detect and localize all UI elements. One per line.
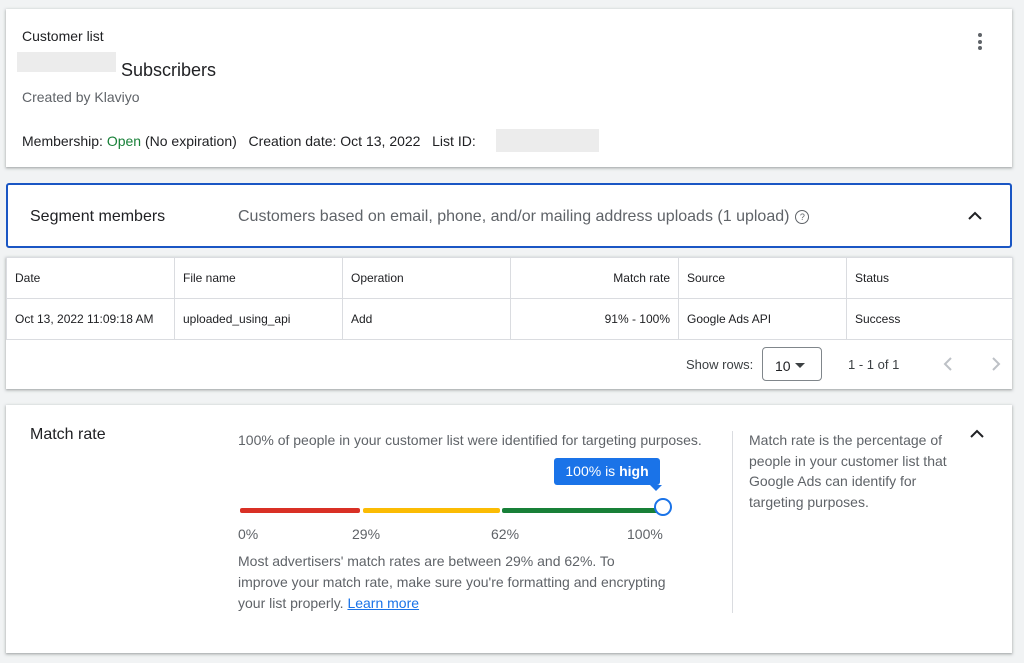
cell-source: Google Ads API — [678, 298, 847, 340]
list-id-label: List ID: — [432, 133, 476, 149]
chevron-up-icon[interactable] — [968, 425, 986, 443]
tooltip-strong: high — [619, 463, 649, 479]
rows-per-page-value: 10 — [775, 358, 791, 374]
low-range-bar — [240, 508, 360, 513]
match-rate-card: Match rate 100% of people in your custom… — [6, 405, 1012, 653]
dropdown-arrow-icon — [795, 363, 805, 368]
column-header-date[interactable]: Date — [6, 257, 175, 299]
membership-status: Open — [106, 133, 142, 149]
uploads-table: Date File name Operation Match rate Sour… — [6, 257, 1013, 340]
segment-members-title: Segment members — [30, 208, 166, 225]
tooltip-prefix: 100% is — [565, 463, 620, 479]
tick-label-100: 100% — [627, 526, 663, 542]
segment-members-section: Segment members Customers based on email… — [6, 183, 1013, 389]
match-rate-note-text: Most advertisers' match rates are betwee… — [238, 553, 666, 611]
match-rate-title: Match rate — [30, 426, 106, 443]
cell-operation: Add — [342, 298, 511, 340]
redacted-list-id — [496, 129, 599, 152]
table-row: Oct 13, 2022 11:09:18 AM uploaded_using_… — [6, 298, 1013, 340]
previous-page-icon[interactable] — [938, 354, 958, 374]
tick-label-0: 0% — [238, 526, 259, 542]
cell-match-rate: 91% - 100% — [510, 298, 679, 340]
redacted-list-name — [17, 52, 116, 72]
tick-label-29: 29% — [352, 526, 381, 542]
pagination-range: 1 - 1 of 1 — [848, 357, 900, 372]
vertical-divider — [732, 431, 733, 613]
created-by-text: Created by Klaviyo — [22, 89, 140, 105]
chevron-up-icon[interactable] — [966, 207, 984, 225]
segment-members-description: Customers based on email, phone, and/or … — [238, 208, 810, 226]
cell-file-name: uploaded_using_api — [174, 298, 343, 340]
more-vert-icon[interactable] — [970, 33, 990, 53]
list-meta-row: Membership: Open (No expiration) Creatio… — [22, 133, 476, 149]
cell-date: Oct 13, 2022 11:09:18 AM — [6, 298, 175, 340]
segment-members-header[interactable]: Segment members Customers based on email… — [6, 183, 1012, 248]
column-header-status[interactable]: Status — [846, 257, 1013, 299]
list-title: Subscribers — [121, 60, 217, 80]
match-rate-intro: 100% of people in your customer list wer… — [238, 432, 702, 448]
medium-range-bar — [363, 508, 500, 513]
segment-description-text: Customers based on email, phone, and/or … — [238, 208, 790, 225]
learn-more-link[interactable]: Learn more — [347, 595, 419, 611]
show-rows-label: Show rows: — [686, 357, 754, 372]
cell-status: Success — [846, 298, 1013, 340]
match-rate-note: Most advertisers' match rates are betwee… — [238, 551, 668, 614]
creation-date-label: Creation date: — [248, 133, 337, 149]
customer-list-header-card: Customer list Subscribers Created by Kla… — [6, 9, 1012, 167]
column-header-operation[interactable]: Operation — [342, 257, 511, 299]
table-header-row: Date File name Operation Match rate Sour… — [6, 257, 1013, 299]
table-pagination: Show rows: 10 1 - 1 of 1 — [6, 347, 1012, 383]
membership-label: Membership: — [22, 133, 103, 149]
column-header-file-name[interactable]: File name — [174, 257, 343, 299]
uploads-table-panel: Date File name Operation Match rate Sour… — [6, 257, 1013, 389]
match-rate-indicator — [654, 498, 672, 516]
help-icon[interactable]: ? — [795, 210, 810, 224]
match-rate-tooltip: 100% is high — [554, 458, 662, 491]
creation-date-value: Oct 13, 2022 — [340, 133, 421, 149]
high-range-bar — [502, 508, 659, 513]
column-header-match-rate[interactable]: Match rate — [510, 257, 679, 299]
membership-expiry: (No expiration) — [144, 133, 237, 149]
tick-label-62: 62% — [491, 526, 520, 542]
next-page-icon[interactable] — [986, 354, 1006, 374]
rows-per-page-select[interactable]: 10 — [762, 347, 822, 381]
list-type-label: Customer list — [22, 28, 104, 44]
match-rate-explanation: Match rate is the percentage of people i… — [749, 432, 947, 510]
column-header-source[interactable]: Source — [678, 257, 847, 299]
